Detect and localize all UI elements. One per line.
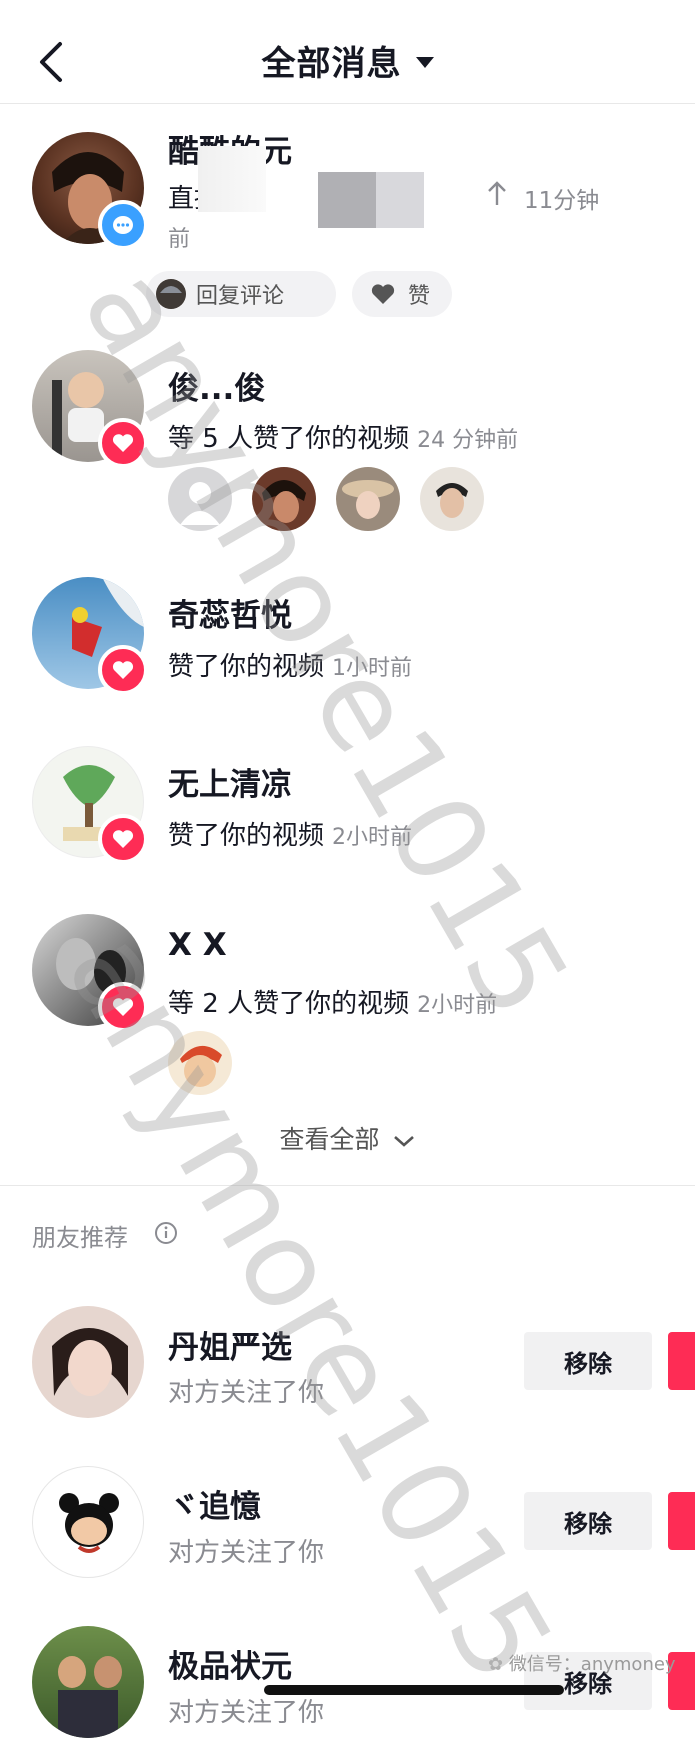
notification-text: 等 5 人赞了你的视频 24 分钟前 (168, 424, 519, 454)
avatar[interactable] (32, 1466, 144, 1578)
view-all-label: 查看全部 (279, 1125, 380, 1154)
heart-icon (371, 284, 395, 304)
recommend-username[interactable]: ヾ追憶 (168, 1481, 261, 1526)
notification-time-wrap: 前 (168, 227, 191, 252)
notification-text: 等 2 人赞了你的视频 2小时前 (168, 989, 498, 1019)
notification-time: 24 分钟前 (417, 428, 519, 453)
liker-avatar[interactable] (420, 467, 484, 531)
heart-icon (112, 998, 134, 1016)
follow-button[interactable] (668, 1492, 695, 1550)
reply-comment-button[interactable]: 回复评论 (146, 271, 336, 317)
redacted-text (318, 172, 376, 228)
liker-avatar[interactable] (336, 467, 400, 531)
liker-avatar[interactable] (168, 1031, 232, 1095)
redacted-text (198, 146, 266, 212)
arrow-up-icon (488, 181, 506, 205)
section-divider (0, 1185, 695, 1186)
wechat-icon: ✿ (488, 1654, 509, 1675)
page-title: 全部消息 (261, 44, 402, 84)
reply-comment-label: 回复评论 (196, 284, 285, 309)
recommend-username[interactable]: 极品状元 (168, 1641, 292, 1686)
like-badge (98, 814, 148, 864)
notification-text: 赞了你的视频 2小时前 (168, 821, 413, 851)
notification-time: 2小时前 (417, 993, 498, 1018)
header-bar: 全部消息 (0, 0, 695, 104)
like-badge (98, 418, 148, 468)
like-comment-button[interactable]: 赞 (352, 271, 452, 317)
follow-button[interactable] (668, 1332, 695, 1390)
redacted-text (376, 172, 424, 228)
message-badge (98, 200, 148, 250)
caret-down-icon (415, 57, 434, 68)
recommend-reason: 对方关注了你 (168, 1698, 325, 1728)
notification-username[interactable]: 俊...俊 (168, 363, 265, 408)
footer-watermark: ✿ 微信号：anymoney (488, 1654, 676, 1675)
remove-button[interactable]: 移除 (524, 1492, 652, 1550)
chevron-down-icon (394, 1136, 415, 1147)
message-filter-dropdown[interactable]: 全部消息 (0, 36, 695, 85)
avatar[interactable] (32, 1306, 144, 1418)
heart-icon (112, 434, 134, 452)
remove-button[interactable]: 移除 (524, 1332, 652, 1390)
notification-username[interactable]: 无上清凉 (168, 759, 292, 804)
info-icon[interactable] (154, 1221, 178, 1245)
like-label: 赞 (408, 284, 431, 309)
heart-icon (112, 661, 134, 679)
recommend-reason: 对方关注了你 (168, 1538, 325, 1568)
like-badge (98, 982, 148, 1032)
liker-avatar[interactable] (252, 467, 316, 531)
liker-avatar[interactable] (168, 467, 232, 531)
home-indicator (264, 1685, 564, 1695)
like-badge (98, 645, 148, 695)
recommend-username[interactable]: 丹姐严选 (168, 1322, 292, 1367)
section-title: 朋友推荐 (32, 1224, 128, 1252)
notification-time: 1小时前 (332, 656, 413, 681)
message-icon (113, 216, 133, 234)
notification-time: 2小时前 (332, 825, 413, 850)
notification-username[interactable]: X X (168, 927, 227, 963)
recommend-reason: 对方关注了你 (168, 1378, 325, 1408)
my-avatar (156, 279, 186, 309)
notification-username[interactable]: 奇蕊哲悦 (168, 590, 292, 635)
notification-time: 11分钟 (524, 188, 600, 214)
notification-text: 赞了你的视频 1小时前 (168, 652, 413, 682)
heart-icon (112, 830, 134, 848)
view-all-button[interactable]: 查看全部 (0, 1120, 695, 1156)
avatar[interactable] (32, 1626, 144, 1738)
